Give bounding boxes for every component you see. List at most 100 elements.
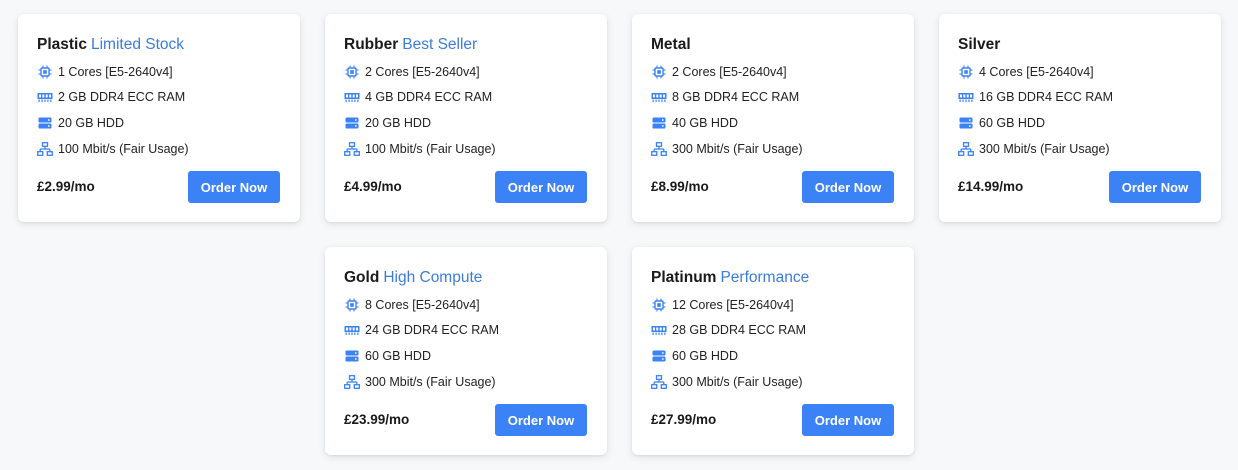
memory-icon bbox=[37, 90, 53, 104]
network-icon bbox=[344, 142, 360, 156]
order-now-button[interactable]: Order Now bbox=[1109, 171, 1201, 203]
spec-cpu: 8 Cores [E5-2640v4] bbox=[344, 298, 480, 312]
spec-network-text: 100 Mbit/s (Fair Usage) bbox=[365, 142, 496, 156]
plan-name: Gold bbox=[344, 269, 380, 286]
plan-price: £2.99/mo bbox=[37, 179, 95, 194]
spec-ram-text: 24 GB DDR4 ECC RAM bbox=[365, 323, 500, 337]
spec-cpu-text: 8 Cores [E5-2640v4] bbox=[365, 298, 480, 312]
network-icon bbox=[651, 142, 667, 156]
spec-cpu: 12 Cores [E5-2640v4] bbox=[651, 298, 794, 312]
spec-disk: 60 GB HDD bbox=[958, 116, 1045, 130]
hard-drive-icon bbox=[344, 116, 360, 130]
plan-tag: Performance bbox=[720, 269, 810, 286]
spec-ram: 8 GB DDR4 ECC RAM bbox=[651, 90, 799, 104]
plan-name: Plastic bbox=[37, 36, 87, 53]
spec-cpu: 4 Cores [E5-2640v4] bbox=[958, 65, 1094, 79]
spec-network: 100 Mbit/s (Fair Usage) bbox=[37, 142, 189, 156]
spec-disk: 60 GB HDD bbox=[344, 349, 431, 363]
spec-network: 300 Mbit/s (Fair Usage) bbox=[958, 142, 1110, 156]
plan-price: £27.99/mo bbox=[651, 412, 717, 427]
memory-icon bbox=[958, 90, 974, 104]
plan-tag: Best Seller bbox=[402, 36, 478, 53]
spec-network-text: 100 Mbit/s (Fair Usage) bbox=[58, 142, 189, 156]
plan-card: Rubber Best Seller 2 Cores [E5-2640v4] 4 … bbox=[325, 14, 607, 222]
order-now-button[interactable]: Order Now bbox=[802, 171, 894, 203]
spec-disk-text: 20 GB HDD bbox=[365, 116, 431, 130]
spec-disk: 20 GB HDD bbox=[344, 116, 431, 130]
plan-title: Silver bbox=[958, 36, 1004, 54]
plan-name: Silver bbox=[958, 36, 1001, 53]
hard-drive-icon bbox=[958, 116, 974, 130]
spec-disk-text: 40 GB HDD bbox=[672, 116, 738, 130]
spec-cpu-text: 2 Cores [E5-2640v4] bbox=[672, 65, 787, 79]
plan-name: Metal bbox=[651, 36, 691, 53]
plan-card: Gold High Compute 8 Cores [E5-2640v4] 24 … bbox=[325, 247, 607, 455]
spec-cpu-text: 12 Cores [E5-2640v4] bbox=[672, 298, 794, 312]
spec-network-text: 300 Mbit/s (Fair Usage) bbox=[672, 142, 803, 156]
plan-price: £14.99/mo bbox=[958, 179, 1024, 194]
spec-disk: 60 GB HDD bbox=[651, 349, 738, 363]
memory-icon bbox=[344, 323, 360, 337]
hard-drive-icon bbox=[344, 349, 360, 363]
spec-network: 300 Mbit/s (Fair Usage) bbox=[651, 142, 803, 156]
network-icon bbox=[651, 375, 667, 389]
plan-tag: High Compute bbox=[383, 269, 483, 286]
plan-card: Platinum Performance 12 Cores [E5-2640v4]… bbox=[632, 247, 914, 455]
spec-ram: 24 GB DDR4 ECC RAM bbox=[344, 323, 499, 337]
plan-title: Metal bbox=[651, 36, 695, 54]
spec-cpu: 1 Cores [E5-2640v4] bbox=[37, 65, 173, 79]
spec-ram-text: 2 GB DDR4 ECC RAM bbox=[58, 90, 186, 104]
hard-drive-icon bbox=[37, 116, 53, 130]
network-icon bbox=[37, 142, 53, 156]
spec-network-text: 300 Mbit/s (Fair Usage) bbox=[365, 375, 496, 389]
plan-card: Metal 2 Cores [E5-2640v4] 8 GB DDR4 ECC … bbox=[632, 14, 914, 222]
spec-ram: 28 GB DDR4 ECC RAM bbox=[651, 323, 806, 337]
spec-cpu-text: 2 Cores [E5-2640v4] bbox=[365, 65, 480, 79]
plan-card: Plastic Limited Stock 1 Cores [E5-2640v4]… bbox=[18, 14, 300, 222]
hard-drive-icon bbox=[651, 116, 667, 130]
cpu-chip-icon bbox=[958, 65, 974, 79]
cpu-chip-icon bbox=[344, 298, 360, 312]
plan-title: Rubber Best Seller bbox=[344, 36, 477, 54]
spec-ram: 16 GB DDR4 ECC RAM bbox=[958, 90, 1113, 104]
spec-ram-text: 28 GB DDR4 ECC RAM bbox=[672, 323, 807, 337]
spec-network-text: 300 Mbit/s (Fair Usage) bbox=[979, 142, 1110, 156]
spec-disk-text: 20 GB HDD bbox=[58, 116, 124, 130]
cpu-chip-icon bbox=[651, 65, 667, 79]
order-now-button[interactable]: Order Now bbox=[802, 404, 894, 436]
spec-disk: 20 GB HDD bbox=[37, 116, 124, 130]
spec-cpu-text: 4 Cores [E5-2640v4] bbox=[979, 65, 1094, 79]
plan-price: £23.99/mo bbox=[344, 412, 410, 427]
memory-icon bbox=[651, 323, 667, 337]
cpu-chip-icon bbox=[37, 65, 53, 79]
spec-disk-text: 60 GB HDD bbox=[979, 116, 1045, 130]
plan-name: Platinum bbox=[651, 269, 717, 286]
plan-tag: Limited Stock bbox=[90, 36, 185, 53]
hard-drive-icon bbox=[651, 349, 667, 363]
spec-cpu-text: 1 Cores [E5-2640v4] bbox=[58, 65, 173, 79]
spec-network: 300 Mbit/s (Fair Usage) bbox=[344, 375, 496, 389]
order-now-button[interactable]: Order Now bbox=[495, 404, 587, 436]
spec-disk: 40 GB HDD bbox=[651, 116, 738, 130]
order-now-button[interactable]: Order Now bbox=[188, 171, 280, 203]
spec-ram-text: 8 GB DDR4 ECC RAM bbox=[672, 90, 800, 104]
spec-cpu: 2 Cores [E5-2640v4] bbox=[651, 65, 787, 79]
memory-icon bbox=[651, 90, 667, 104]
plan-title: Plastic Limited Stock bbox=[37, 36, 184, 54]
memory-icon bbox=[344, 90, 360, 104]
spec-disk-text: 60 GB HDD bbox=[365, 349, 431, 363]
spec-ram-text: 4 GB DDR4 ECC RAM bbox=[365, 90, 493, 104]
network-icon bbox=[344, 375, 360, 389]
pricing-grid: Plastic Limited Stock 1 Cores [E5-2640v4]… bbox=[0, 0, 1238, 470]
order-now-button[interactable]: Order Now bbox=[495, 171, 587, 203]
plan-price: £4.99/mo bbox=[344, 179, 402, 194]
cpu-chip-icon bbox=[344, 65, 360, 79]
spec-cpu: 2 Cores [E5-2640v4] bbox=[344, 65, 480, 79]
plan-price: £8.99/mo bbox=[651, 179, 709, 194]
spec-network-text: 300 Mbit/s (Fair Usage) bbox=[672, 375, 803, 389]
spec-ram-text: 16 GB DDR4 ECC RAM bbox=[979, 90, 1114, 104]
plan-name: Rubber bbox=[344, 36, 399, 53]
spec-network: 300 Mbit/s (Fair Usage) bbox=[651, 375, 803, 389]
network-icon bbox=[958, 142, 974, 156]
spec-ram: 2 GB DDR4 ECC RAM bbox=[37, 90, 185, 104]
